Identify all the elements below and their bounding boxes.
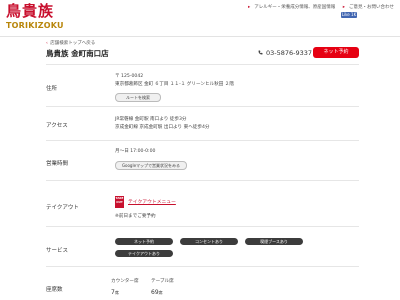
facebook-like-button[interactable]: Like 1K: [341, 12, 357, 18]
route-search-button[interactable]: ルートを検索: [115, 93, 161, 102]
logo[interactable]: 鳥貴族: [6, 2, 54, 20]
site-header: 鳥貴族 TORIKIZOKU ▸ アレルギー・栄養成分情報、原産国情報 ▸ ご意見・…: [0, 0, 400, 36]
service-tag: ネット予約: [115, 238, 173, 245]
logo-subtext: TORIKIZOKU: [6, 21, 64, 30]
address-text: 東京都葛飾区 金町 ６丁目 １１-１ グリーンヒル秋田 ２階: [115, 82, 234, 87]
row-divider: [46, 266, 359, 267]
google-maps-button[interactable]: Googleマップで営業状況をみる: [115, 161, 187, 170]
takeout-bag-icon: TAKE OUT: [115, 196, 124, 208]
shop-name: 鳥貴族 金町南口店: [46, 49, 109, 58]
business-hours: 月〜日 17:00-0:00: [115, 149, 156, 154]
net-reserve-button[interactable]: ネット予約: [313, 47, 359, 58]
contact-link[interactable]: ▸ ご意見・お問い合わせ: [340, 5, 394, 10]
header-divider: [0, 36, 400, 37]
takeout-menu-link[interactable]: テイクアウトメニュー: [128, 198, 176, 205]
allergy-link[interactable]: ▸ アレルギー・栄養成分情報、原産国情報: [245, 5, 335, 10]
address-label: 住所: [46, 86, 58, 92]
access-label: アクセス: [46, 123, 68, 129]
arrow-icon: ▸: [342, 5, 345, 10]
back-link[interactable]: ‹ 店舗検索トップへ戻る: [46, 40, 95, 46]
row-divider: [46, 226, 359, 227]
table-seat-label: テーブル席: [151, 279, 174, 284]
row-divider: [46, 64, 359, 65]
takeout-label: テイクアウト: [46, 205, 79, 211]
row-divider: [46, 106, 359, 107]
service-tag: 喫煙ブースあり: [245, 238, 303, 245]
phone-icon: [258, 50, 263, 55]
header-links: ▸ アレルギー・栄養成分情報、原産国情報 ▸ ご意見・お問い合わせ: [242, 4, 394, 10]
postal-code: 〒 125-0042: [115, 74, 144, 79]
access-line: 京成金町線 京成金町駅 出口より 東へ徒歩4分: [115, 125, 210, 130]
seats-label: 座席数: [46, 287, 63, 293]
row-divider: [46, 180, 359, 181]
phone-number[interactable]: 03-5876-9337: [266, 49, 312, 57]
counter-seat-label: カウンター席: [111, 279, 139, 284]
service-tag: テイクアウトあり: [115, 250, 173, 257]
chevron-left-icon: ‹: [46, 41, 48, 46]
service-tag: コンセントあり: [180, 238, 238, 245]
takeout-note: ※前日までご要予約: [115, 214, 156, 219]
service-label: サービス: [46, 248, 69, 254]
hours-label: 営業時間: [46, 161, 69, 167]
arrow-icon: ▸: [248, 5, 251, 10]
counter-seat-count: 7席: [111, 289, 119, 296]
table-seat-count: 69席: [151, 289, 163, 296]
row-divider: [46, 140, 359, 141]
access-line: JR常磐線 金町駅 南口より 徒歩3分: [115, 117, 187, 122]
